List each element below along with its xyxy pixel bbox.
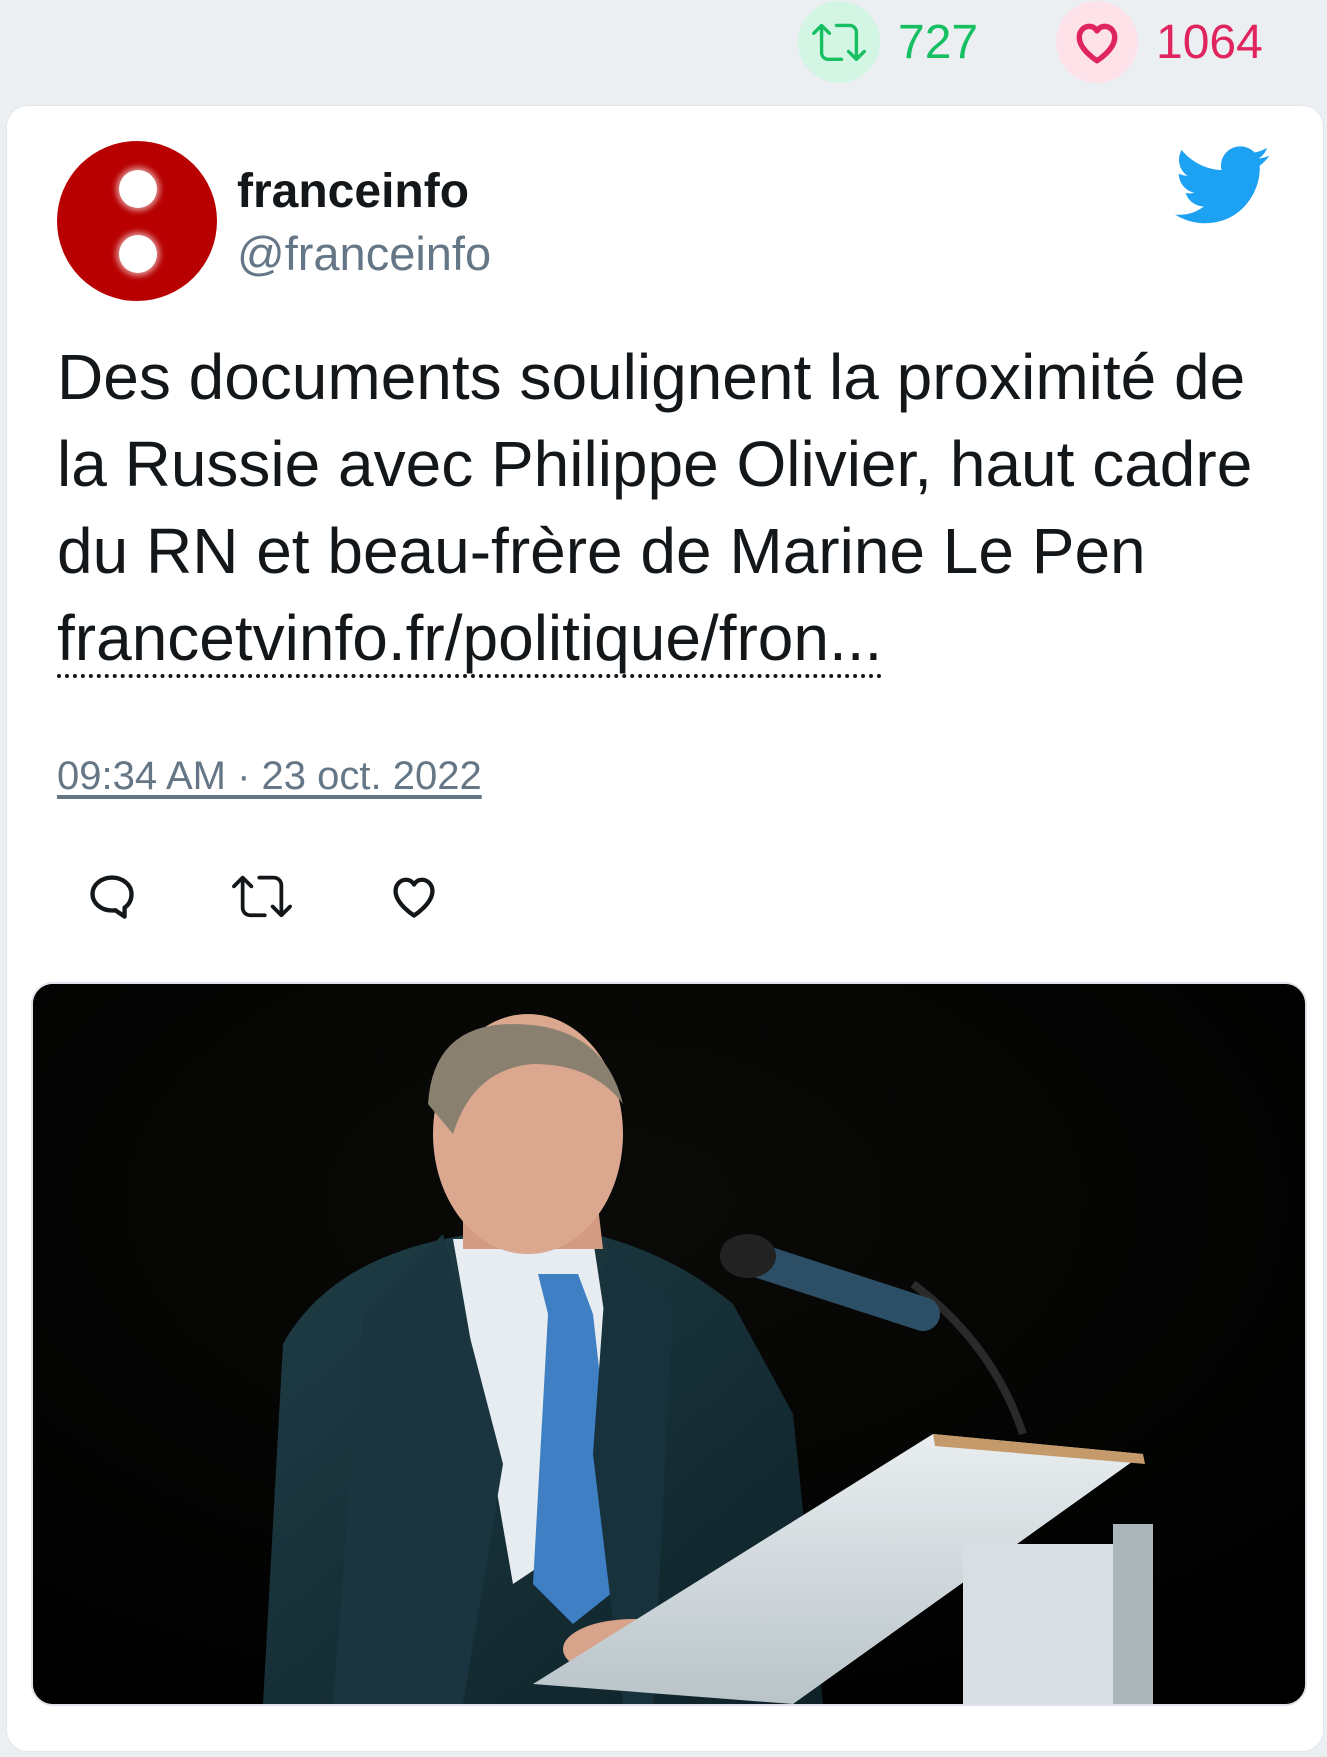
tweet-timestamp[interactable]: 09:34 AM · 23 oct. 2022 <box>57 754 482 799</box>
retweet-count: 727 <box>898 15 979 69</box>
speaker-image <box>33 984 1305 1704</box>
retweet-icon[interactable] <box>227 861 297 931</box>
avatar-dot-top <box>119 170 157 208</box>
like-count: 1064 <box>1156 15 1263 69</box>
author-name[interactable]: franceinfo <box>237 164 469 219</box>
tweet-actions <box>57 861 457 931</box>
engagement-bar: 727 1064 <box>0 0 1327 100</box>
heart-icon <box>1056 1 1138 83</box>
avatar[interactable] <box>57 141 217 301</box>
retweet-stat[interactable]: 727 <box>798 0 978 84</box>
twitter-bird-icon[interactable] <box>1175 146 1271 226</box>
tweet-card[interactable]: franceinfo @franceinfo Des documents sou… <box>6 105 1324 1752</box>
retweet-icon <box>798 1 880 83</box>
tweet-body: Des documents soulignent la proximité de… <box>57 341 1253 587</box>
like-icon[interactable] <box>379 861 449 931</box>
avatar-dot-bottom <box>119 235 157 273</box>
like-stat[interactable]: 1064 <box>1056 0 1263 84</box>
tweet-photo[interactable] <box>31 982 1307 1706</box>
reply-icon[interactable] <box>77 861 147 931</box>
tweet-link[interactable]: francetvinfo.fr/politique/fron... <box>57 602 883 678</box>
tweet-text: Des documents soulignent la proximité de… <box>57 334 1277 682</box>
author-handle[interactable]: @franceinfo <box>237 226 491 281</box>
